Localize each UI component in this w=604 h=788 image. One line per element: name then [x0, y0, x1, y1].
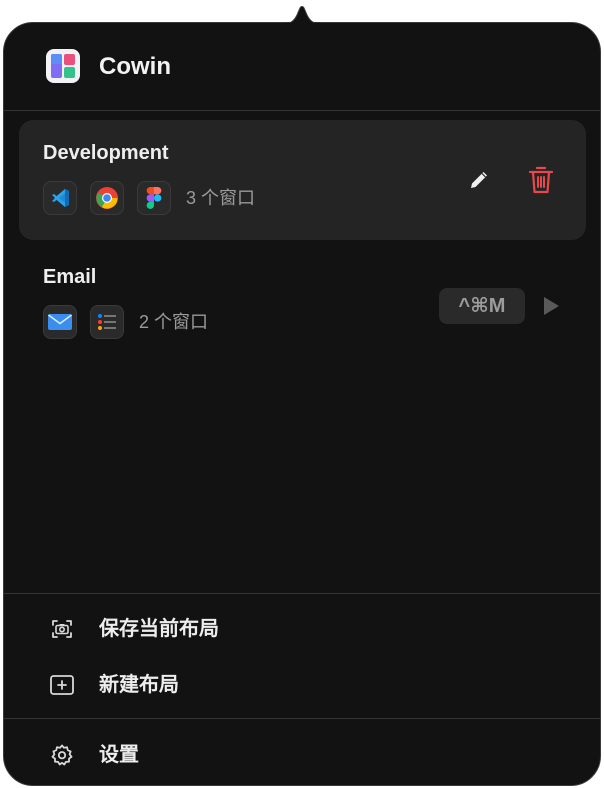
reminders-icon: [90, 305, 124, 339]
layout-menu-popover: Cowin Development 3 个窗口 Email 2 个窗口 ^⌘M …: [3, 22, 601, 786]
divider: [4, 593, 600, 594]
play-icon[interactable]: [539, 292, 563, 320]
edit-icon[interactable]: [465, 166, 493, 194]
menu-label: 新建布局: [99, 674, 179, 696]
layout-app-list: 2 个窗口: [43, 304, 208, 340]
app-title: Cowin: [99, 53, 171, 80]
layout-card-email[interactable]: Email 2 个窗口 ^⌘M: [19, 244, 586, 364]
menu-label: 保存当前布局: [99, 618, 219, 640]
divider: [4, 718, 600, 719]
layout-name: Development: [43, 142, 169, 164]
figma-icon: [137, 181, 171, 215]
trash-icon[interactable]: [526, 164, 556, 196]
layout-card-development[interactable]: Development 3 个窗口: [19, 120, 586, 240]
window-count: 2 个窗口: [139, 312, 209, 332]
camera-icon: [49, 616, 75, 642]
chrome-icon: [90, 181, 124, 215]
popover-arrow: [284, 6, 320, 24]
menu-label: 设置: [99, 744, 139, 766]
save-current-layout-button[interactable]: 保存当前布局: [4, 607, 600, 651]
keyboard-shortcut-badge: ^⌘M: [439, 288, 525, 324]
vscode-icon: [43, 181, 77, 215]
cowin-app-icon: [46, 49, 80, 83]
mail-icon: [43, 305, 77, 339]
menu-header: Cowin: [4, 23, 600, 111]
new-layout-button[interactable]: 新建布局: [4, 663, 600, 707]
layout-name: Email: [43, 266, 97, 288]
plus-square-icon: [49, 672, 75, 698]
layout-app-list: 3 个窗口: [43, 180, 255, 216]
settings-button[interactable]: 设置: [4, 733, 600, 777]
window-count: 3 个窗口: [186, 188, 256, 208]
gear-icon: [49, 742, 75, 768]
